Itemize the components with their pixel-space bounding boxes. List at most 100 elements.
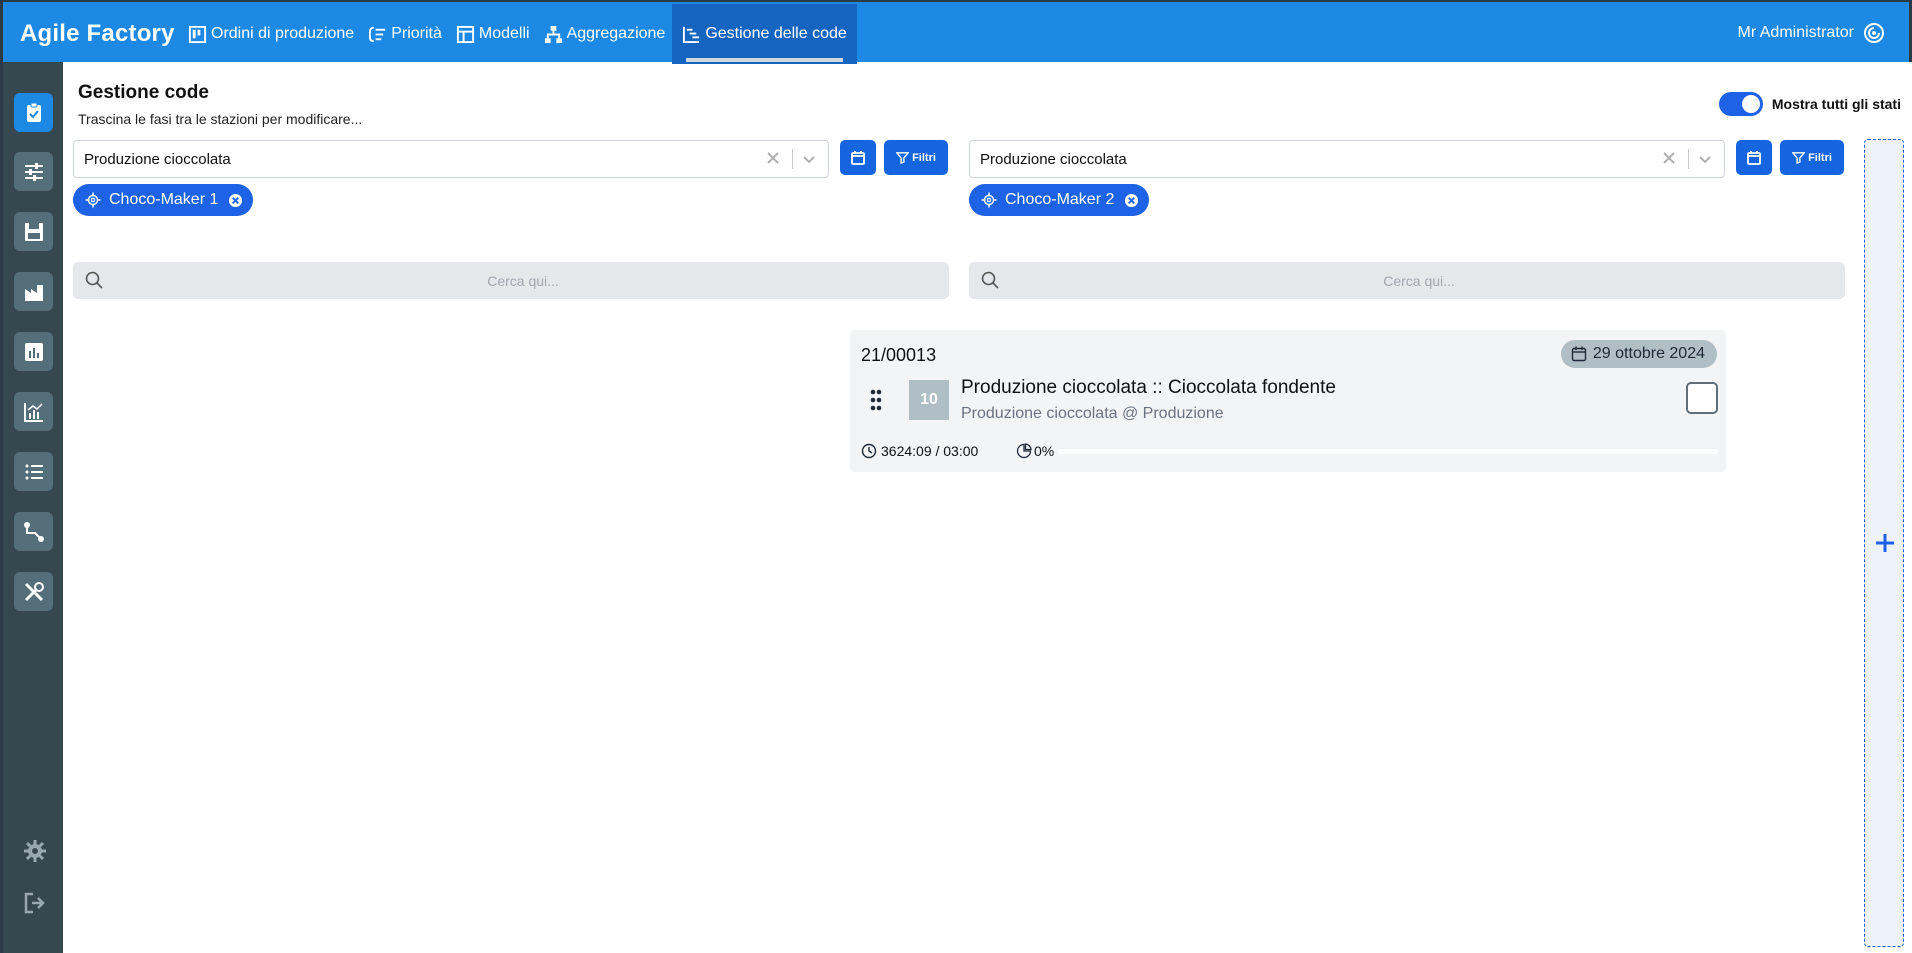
funnel-icon	[1792, 152, 1806, 164]
sidebar-item-factory[interactable]	[14, 272, 53, 311]
user-menu-icon[interactable]	[1862, 21, 1886, 45]
progress-info: 0%	[1016, 443, 1054, 459]
show-all-states-toggle[interactable]	[1718, 92, 1763, 116]
clear-icon[interactable]	[1660, 149, 1678, 167]
bar-chart-icon	[24, 342, 43, 361]
clipboard-check-icon	[26, 102, 41, 122]
chevron-down-icon[interactable]	[800, 150, 818, 168]
select-separator	[792, 149, 793, 169]
sidebar-item-settings-sliders[interactable]	[14, 152, 53, 191]
phase-card[interactable]: 21/00013 29 ottobre 2024 10 Produzione c…	[850, 330, 1726, 472]
clear-icon[interactable]	[764, 149, 782, 167]
calendar-icon	[1747, 150, 1761, 165]
select-separator	[1688, 149, 1689, 169]
main-nav: Ordini di produzione Priorità Modelli Ag…	[181, 4, 857, 64]
nav-label: Ordini di produzione	[211, 25, 355, 42]
user-name[interactable]: Mr Administrator	[1738, 24, 1854, 42]
sequence-number: 10	[909, 380, 949, 420]
filters-label: Filtri	[1808, 151, 1832, 164]
show-all-states-toggle-group: Mostra tutti gli stati	[1718, 92, 1901, 116]
calendar-button[interactable]	[1736, 140, 1772, 175]
station-chip: Choco-Maker 2	[969, 184, 1150, 216]
plus-icon	[1876, 534, 1894, 552]
gear-icon[interactable]	[23, 839, 47, 863]
process-select[interactable]: Produzione cioccolata	[969, 140, 1725, 178]
nav-item-production-orders[interactable]: Ordini di produzione	[181, 4, 361, 64]
filters-button[interactable]: Filtri	[884, 140, 948, 175]
sidebar-item-tools[interactable]	[14, 572, 53, 611]
search-input[interactable]	[1009, 262, 1829, 299]
toggle-knob	[1741, 95, 1760, 113]
nav-item-queue-management[interactable]: Gestione delle code	[672, 4, 857, 64]
gear-icon	[85, 192, 101, 208]
app-brand[interactable]: Agile Factory	[20, 20, 175, 48]
progress-value: 0%	[1034, 443, 1055, 459]
line-chart-icon	[23, 402, 43, 422]
main-content: Gestione code Trascina le fasi tra le st…	[63, 62, 1912, 953]
select-checkbox[interactable]	[1686, 382, 1718, 414]
clock-icon	[861, 443, 877, 459]
calendar-icon	[1571, 346, 1587, 362]
calendar-icon	[851, 150, 865, 165]
factory-icon	[24, 284, 43, 301]
filters-button[interactable]: Filtri	[1780, 140, 1844, 175]
filters-label: Filtri	[912, 151, 936, 164]
sidebar-item-list[interactable]	[14, 452, 53, 491]
sliders-icon	[24, 162, 43, 181]
queue-icon	[683, 26, 700, 43]
sidebar-item-routing[interactable]	[14, 512, 53, 551]
station-name: Choco-Maker 2	[1005, 191, 1115, 208]
search-icon	[85, 271, 103, 289]
nav-item-priority[interactable]: Priorità	[361, 4, 449, 64]
search-input[interactable]	[113, 262, 933, 299]
priority-icon	[369, 26, 386, 42]
hierarchy-icon	[544, 25, 562, 43]
add-column-button[interactable]	[1864, 139, 1904, 947]
search-box	[969, 262, 1845, 299]
sidebar-item-reports[interactable]	[14, 332, 53, 371]
phase-subtitle: Produzione cioccolata @ Produzione	[961, 405, 1224, 422]
due-date-badge: 29 ottobre 2024	[1560, 340, 1717, 368]
pie-chart-icon	[1016, 443, 1032, 459]
time-value: 3624:09 / 03:00	[881, 443, 979, 459]
calendar-button[interactable]	[840, 140, 876, 175]
chevron-down-icon[interactable]	[1696, 150, 1714, 168]
tools-icon	[24, 581, 44, 601]
route-icon	[23, 521, 44, 542]
top-navbar: Agile Factory Ordini di produzione Prior…	[0, 0, 1912, 64]
nav-label: Aggregazione	[566, 25, 666, 42]
order-code: 21/00013	[861, 345, 937, 365]
nav-label: Priorità	[391, 25, 442, 42]
remove-station-icon[interactable]	[1124, 193, 1139, 208]
gear-icon	[981, 192, 997, 208]
page-title: Gestione code	[78, 82, 209, 103]
list-icon	[25, 464, 43, 479]
sidebar-item-queue[interactable]	[14, 93, 53, 132]
time-info: 3624:09 / 03:00	[861, 443, 978, 459]
progress-bar	[1058, 449, 1718, 454]
kanban-icon	[188, 25, 207, 43]
station-name: Choco-Maker 1	[109, 191, 219, 208]
sidebar-item-storage[interactable]	[14, 212, 53, 251]
page-subtitle: Trascina le fasi tra le stazioni per mod…	[78, 111, 363, 127]
search-icon	[981, 271, 999, 289]
process-select[interactable]: Produzione cioccolata	[73, 140, 829, 178]
nav-label: Modelli	[478, 25, 530, 42]
floppy-icon	[24, 222, 43, 241]
funnel-icon	[896, 152, 910, 164]
drag-handle-icon[interactable]	[870, 389, 882, 411]
template-icon	[456, 25, 474, 43]
sidebar	[0, 62, 63, 953]
sidebar-item-analytics[interactable]	[14, 392, 53, 431]
nav-item-aggregation[interactable]: Aggregazione	[537, 4, 673, 64]
nav-label: Gestione delle code	[705, 25, 847, 42]
logout-icon[interactable]	[23, 891, 47, 915]
phase-title: Produzione cioccolata :: Cioccolata fond…	[961, 377, 1336, 398]
remove-station-icon[interactable]	[228, 193, 243, 208]
nav-item-templates[interactable]: Modelli	[449, 4, 537, 64]
toggle-label: Mostra tutti gli stati	[1771, 96, 1901, 112]
due-date: 29 ottobre 2024	[1592, 345, 1705, 362]
station-chip: Choco-Maker 1	[73, 184, 254, 216]
search-box	[73, 262, 949, 299]
select-value: Produzione cioccolata	[84, 151, 231, 168]
